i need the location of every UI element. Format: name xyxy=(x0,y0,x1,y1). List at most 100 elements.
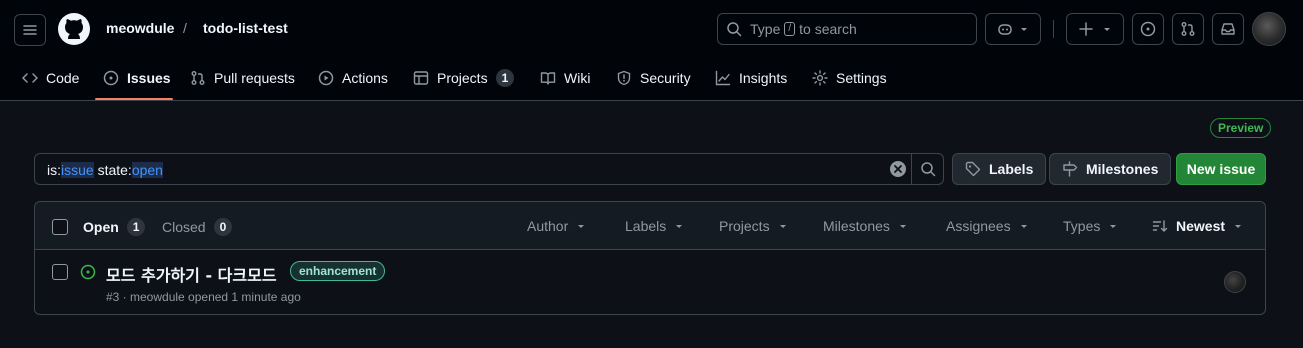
projects-count-badge: 1 xyxy=(495,69,515,87)
plus-icon xyxy=(1079,22,1093,36)
issue-opened-icon xyxy=(103,70,119,86)
play-icon xyxy=(318,70,334,86)
issues-shortcut-button[interactable] xyxy=(1132,13,1164,45)
chevron-down-icon xyxy=(1021,28,1027,31)
git-pull-request-icon xyxy=(1181,22,1195,36)
issues-filter-input[interactable]: is:issue state:open xyxy=(34,153,944,185)
filter-query[interactable]: is:issue state:open xyxy=(47,162,163,178)
code-icon xyxy=(22,73,38,83)
tab-actions[interactable]: Actions xyxy=(318,56,388,100)
labels-button[interactable]: Labels xyxy=(952,153,1047,185)
chevron-down-icon xyxy=(676,225,683,228)
global-search-button[interactable]: Type / to search xyxy=(717,13,977,45)
tab-issues[interactable]: Issues xyxy=(103,56,171,100)
search-shortcut-key: / xyxy=(784,22,796,36)
menu-button[interactable] xyxy=(14,14,46,46)
search-suffix: to search xyxy=(799,21,857,37)
tab-projects[interactable]: Projects 1 xyxy=(413,56,515,100)
clear-filter-button[interactable] xyxy=(889,160,907,178)
types-filter-label: Types xyxy=(1063,218,1101,234)
milestones-button-label: Milestones xyxy=(1086,161,1159,177)
tag-icon xyxy=(965,161,981,177)
search-prefix: Type xyxy=(750,21,781,37)
issue-checkbox[interactable] xyxy=(52,264,68,280)
github-logo-icon[interactable] xyxy=(58,13,90,45)
breadcrumb-separator: / xyxy=(183,20,187,36)
milestones-filter-label: Milestones xyxy=(823,218,890,234)
issue-title-link[interactable]: 모드 추가하기 - 다크모드 xyxy=(106,262,277,286)
tab-security[interactable]: Security xyxy=(616,56,691,100)
chevron-down-icon xyxy=(1110,225,1117,228)
issue-meta: #3 · meowdule opened 1 minute ago xyxy=(106,290,301,304)
user-avatar[interactable] xyxy=(1252,12,1286,46)
milestones-button[interactable]: Milestones xyxy=(1049,153,1172,185)
issue-label-badge[interactable]: enhancement xyxy=(290,261,386,281)
assignees-filter-label: Assignees xyxy=(946,218,1011,234)
pull-requests-shortcut-button[interactable] xyxy=(1172,13,1204,45)
tab-wiki-label: Wiki xyxy=(564,70,591,86)
copilot-button[interactable] xyxy=(985,13,1041,45)
sort-desc-icon xyxy=(1152,220,1168,232)
closed-label: Closed xyxy=(162,219,206,235)
labels-button-label: Labels xyxy=(989,161,1034,177)
closed-issues-toggle[interactable]: Closed 0 xyxy=(162,218,233,236)
preview-badge[interactable]: Preview xyxy=(1210,118,1272,138)
tab-security-label: Security xyxy=(640,70,691,86)
assignees-filter-dropdown[interactable]: Assignees xyxy=(946,218,1029,234)
filter-search-button[interactable] xyxy=(911,154,944,184)
open-count-badge: 1 xyxy=(126,218,146,236)
open-issues-toggle[interactable]: Open 1 xyxy=(83,218,146,236)
assignee-avatar[interactable] xyxy=(1224,271,1246,293)
closed-count-badge: 0 xyxy=(213,218,233,236)
projects-filter-label: Projects xyxy=(719,218,770,234)
types-filter-dropdown[interactable]: Types xyxy=(1063,218,1118,234)
chevron-down-icon xyxy=(1020,225,1027,228)
search-icon xyxy=(921,162,936,177)
new-issue-button-label: New issue xyxy=(1186,161,1256,177)
author-filter-label: Author xyxy=(527,218,569,234)
graph-icon xyxy=(715,70,731,86)
filter-query-part: is: xyxy=(47,162,61,178)
table-icon xyxy=(413,71,429,85)
hamburger-icon xyxy=(23,25,37,35)
new-issue-button[interactable]: New issue xyxy=(1176,153,1266,185)
filter-query-part: state: xyxy=(93,162,132,178)
active-tab-indicator xyxy=(95,98,173,100)
inbox-button[interactable] xyxy=(1212,13,1244,45)
repo-name-link[interactable]: todo-list-test xyxy=(203,20,288,36)
tab-wiki[interactable]: Wiki xyxy=(540,56,590,100)
shield-icon xyxy=(617,70,631,86)
tab-pull-requests[interactable]: Pull requests xyxy=(190,56,295,100)
tab-insights-label: Insights xyxy=(739,70,788,86)
issues-list: Open 1 Closed 0 Author Labels Projects M… xyxy=(34,201,1266,315)
issue-opened-icon xyxy=(1140,21,1156,37)
x-circle-icon xyxy=(890,161,906,177)
book-icon xyxy=(540,72,556,85)
sort-label: Newest xyxy=(1176,218,1226,234)
tab-actions-label: Actions xyxy=(342,70,388,86)
filter-query-qualifier: open xyxy=(131,162,163,178)
tab-settings-label: Settings xyxy=(836,70,887,86)
projects-filter-dropdown[interactable]: Projects xyxy=(719,218,788,234)
milestones-filter-dropdown[interactable]: Milestones xyxy=(823,218,908,234)
create-new-button[interactable] xyxy=(1066,13,1124,45)
labels-filter-label: Labels xyxy=(625,218,667,234)
tab-projects-label: Projects xyxy=(437,70,488,86)
inbox-icon xyxy=(1221,23,1235,35)
sort-dropdown[interactable]: Newest xyxy=(1152,218,1243,234)
gear-icon xyxy=(812,70,828,86)
labels-filter-dropdown[interactable]: Labels xyxy=(625,218,684,234)
tab-code[interactable]: Code xyxy=(22,56,79,100)
author-filter-dropdown[interactable]: Author xyxy=(527,218,586,234)
milestone-icon xyxy=(1063,161,1078,177)
open-label: Open xyxy=(83,219,119,235)
git-pull-request-icon xyxy=(191,71,205,85)
issues-list-header: Open 1 Closed 0 Author Labels Projects M… xyxy=(35,202,1265,250)
tab-settings[interactable]: Settings xyxy=(812,56,887,100)
repo-owner-link[interactable]: meowdule xyxy=(106,20,174,36)
select-all-checkbox[interactable] xyxy=(52,219,68,235)
tab-insights[interactable]: Insights xyxy=(715,56,787,100)
tab-issues-label: Issues xyxy=(127,70,171,86)
chevron-down-icon xyxy=(1104,28,1110,31)
filter-query-qualifier: issue xyxy=(61,162,94,178)
